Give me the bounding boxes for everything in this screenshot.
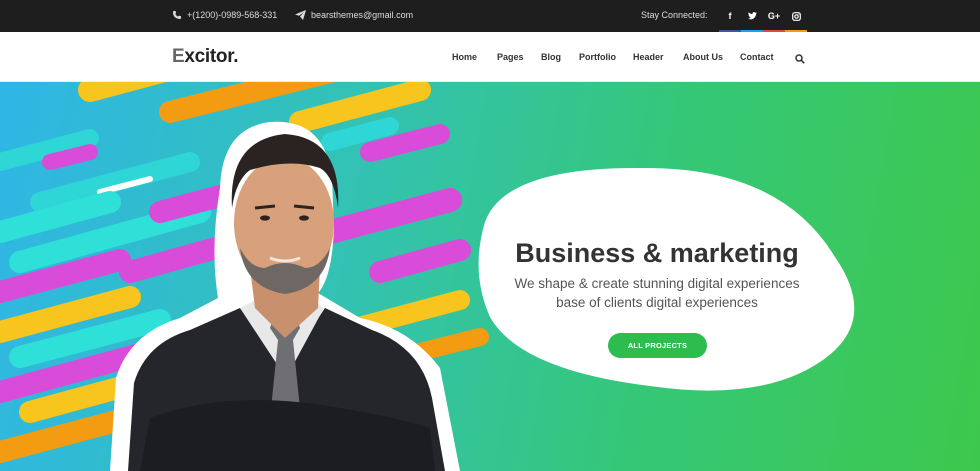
logo-text: xcitor.	[184, 46, 239, 67]
nav-contact[interactable]: Contact	[740, 52, 774, 62]
hero-title: Business & marketing	[515, 238, 799, 268]
twitter-icon	[747, 12, 757, 20]
nav-portfolio[interactable]: Portfolio	[579, 52, 616, 62]
hero-subtitle-line1: We shape & create stunning digital exper…	[514, 276, 800, 291]
email-address: bearsthemes@gmail.com	[311, 10, 414, 20]
site-logo[interactable]: Excitor.	[172, 46, 239, 68]
nav-about-us[interactable]: About Us	[683, 52, 723, 62]
twitter-link[interactable]	[741, 0, 763, 32]
phone-number: +(1200)-0989-568-331	[187, 10, 278, 20]
top-bar: +(1200)-0989-568-331 bearsthemes@gmail.c…	[0, 0, 980, 32]
email-contact[interactable]: bearsthemes@gmail.com	[295, 10, 413, 20]
site-header: Excitor. Home Pages Blog Portfolio Heade…	[0, 32, 980, 82]
nav-header[interactable]: Header	[633, 52, 664, 62]
instagram-icon	[791, 11, 801, 21]
google-plus-icon: G+	[767, 11, 781, 21]
google-plus-link[interactable]: G+	[763, 0, 785, 32]
facebook-icon: f	[728, 11, 732, 21]
paper-plane-icon	[295, 10, 306, 20]
facebook-link[interactable]: f	[719, 0, 741, 32]
hero-section: Business & marketing We shape & create s…	[0, 82, 980, 471]
search-icon	[795, 54, 805, 64]
hero-subtitle-line2: base of clients digital experiences	[556, 295, 758, 310]
logo-initial: E	[172, 46, 185, 67]
phone-icon	[173, 11, 181, 19]
nav-pages[interactable]: Pages	[497, 52, 524, 62]
search-button[interactable]	[795, 51, 805, 69]
nav-home[interactable]: Home	[452, 52, 477, 62]
all-projects-button[interactable]: ALL PROJECTS	[608, 333, 707, 358]
phone-contact[interactable]: +(1200)-0989-568-331	[172, 10, 277, 20]
instagram-link[interactable]	[785, 0, 807, 32]
stay-connected-label: Stay Connected:	[641, 10, 708, 20]
nav-blog[interactable]: Blog	[541, 52, 561, 62]
